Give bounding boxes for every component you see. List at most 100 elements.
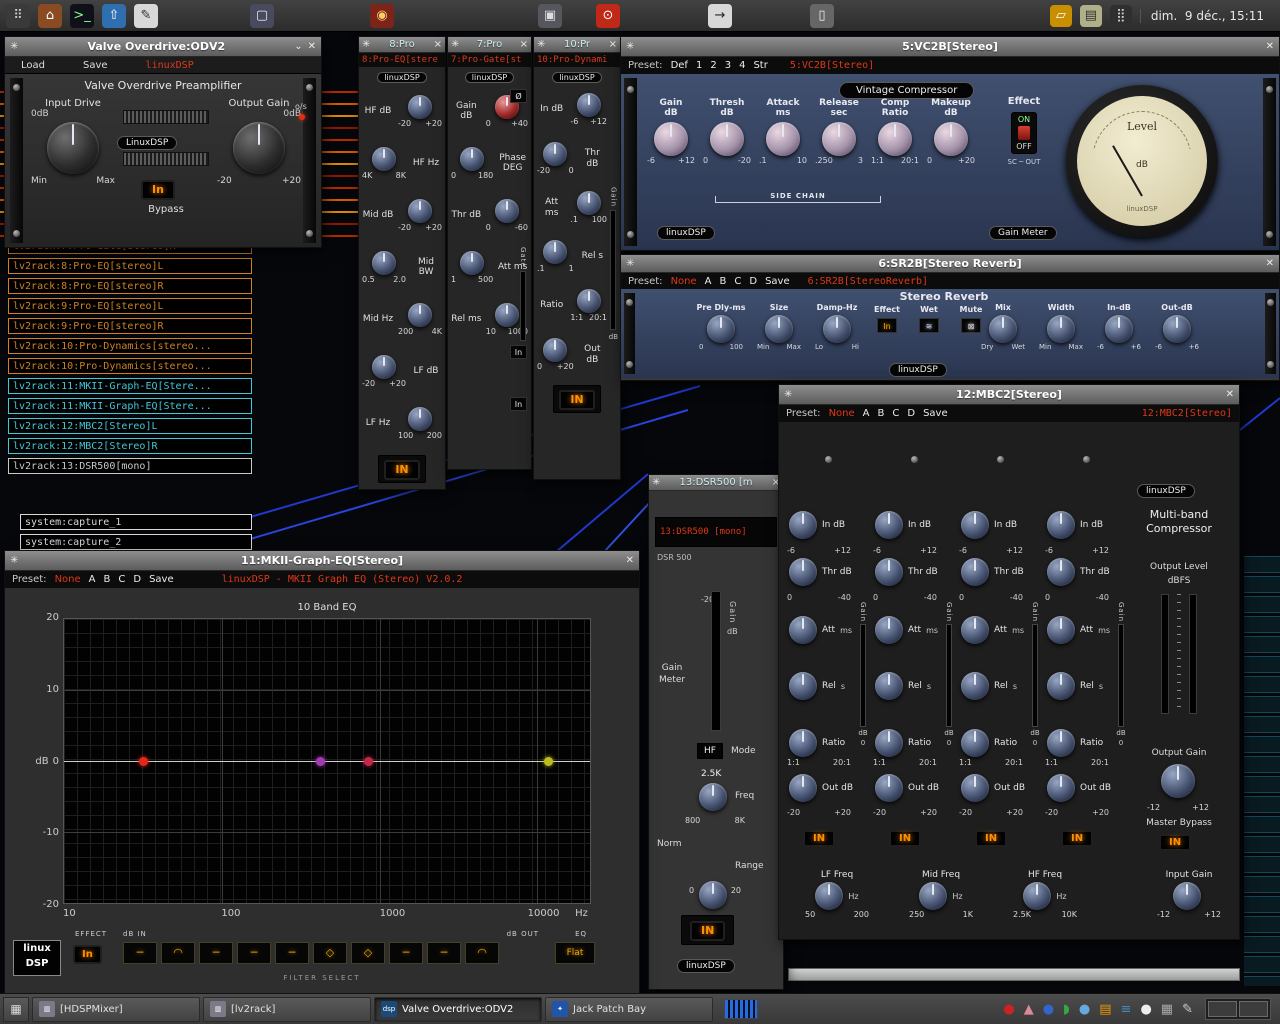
switch-lever[interactable] — [1018, 126, 1030, 140]
menu-load[interactable]: Load — [21, 60, 45, 71]
patchbay-port[interactable]: lv2rack:13:DSR500[mono] — [8, 458, 252, 474]
titlebar[interactable]: ✳ Valve Overdrive:ODV2 ⌄ ✕ — [5, 37, 321, 57]
in-button[interactable]: IN — [559, 390, 594, 410]
band-thr-knob[interactable] — [789, 558, 817, 586]
tray-icon[interactable]: ▦ — [1161, 1002, 1173, 1017]
tray-icon[interactable]: ● — [1140, 1002, 1151, 1017]
in-button[interactable]: IN — [384, 460, 419, 480]
reverb-knob[interactable] — [1105, 315, 1133, 343]
filter-select-button[interactable]: ─ — [237, 942, 271, 964]
freq-knob[interactable] — [1023, 882, 1051, 910]
close-icon[interactable]: ✕ — [1226, 389, 1234, 400]
show-desktop-button[interactable]: ▦ — [3, 997, 29, 1022]
eq-knob[interactable] — [408, 303, 432, 327]
gain-meter-button[interactable]: Gain Meter — [989, 220, 1057, 240]
panel-shortcut-icon[interactable]: ▣ — [538, 4, 562, 28]
preset-current[interactable]: None — [55, 574, 81, 585]
close-icon[interactable]: ✕ — [626, 555, 634, 566]
reverb-knob[interactable] — [707, 315, 735, 343]
reverb-knob[interactable] — [1047, 315, 1075, 343]
eq-graph[interactable] — [63, 618, 591, 904]
freq-knob[interactable] — [919, 882, 947, 910]
gate-knob[interactable] — [460, 251, 484, 275]
band-rel-knob[interactable] — [961, 672, 989, 700]
window-menu-icon[interactable]: ✳ — [784, 389, 792, 400]
tray-icon[interactable]: ● — [1003, 1002, 1014, 1017]
band-ratio-knob[interactable] — [1047, 729, 1075, 757]
preset-button[interactable]: Def — [671, 60, 688, 71]
patchbay-port[interactable]: lv2rack:8:Pro-EQ[stereo]R — [8, 278, 252, 294]
patchbay-port[interactable]: lv2rack:8:Pro-EQ[stereo]L — [8, 258, 252, 274]
input-drive-knob[interactable] — [47, 122, 99, 174]
tray-icon[interactable]: ✎ — [1182, 1002, 1193, 1017]
titlebar[interactable]: ✳ 8:Pro × — [359, 37, 445, 53]
dyn-knob[interactable] — [543, 240, 567, 264]
patchbay-port[interactable]: lv2rack:9:Pro-EQ[stereo]L — [8, 298, 252, 314]
compressor-knob[interactable] — [710, 122, 744, 156]
taskbar-window-button[interactable]: ✦ Jack Patch Bay — [545, 997, 713, 1022]
compressor-knob[interactable] — [766, 122, 800, 156]
panel-launcher-icon[interactable]: ⇧ — [102, 4, 126, 28]
freq-knob[interactable] — [699, 783, 727, 811]
titlebar[interactable]: ✳ 5:VC2B[Stereo] ✕ — [621, 37, 1279, 57]
band-in-button[interactable]: IN — [889, 830, 921, 847]
panel-shortcut-icon[interactable]: ⊙ — [596, 4, 620, 28]
preset-button[interactable]: B — [878, 408, 885, 419]
band-out-knob[interactable] — [789, 774, 817, 802]
titlebar[interactable]: ✳ 12:MBC2[Stereo] ✕ — [779, 385, 1239, 405]
dyn-knob[interactable] — [577, 191, 601, 215]
band-thr-knob[interactable] — [1047, 558, 1075, 586]
preset-button[interactable]: D — [749, 276, 757, 287]
tray-icon[interactable]: ▤ — [1099, 1002, 1111, 1017]
model-selector[interactable]: Vintage Compressor — [839, 78, 974, 99]
gate-knob[interactable] — [495, 303, 519, 327]
preset-display[interactable]: 13:DSR500 [mono] — [655, 517, 777, 547]
band-att-knob[interactable] — [875, 616, 903, 644]
tray-icon[interactable]: ≡ — [1121, 1002, 1132, 1017]
taskbar-window-button[interactable]: dsp Valve Overdrive:ODV2 — [374, 997, 542, 1022]
effect-in-button[interactable]: In — [73, 942, 102, 964]
window-menu-icon[interactable]: ✳ — [451, 39, 459, 50]
preset-current[interactable]: None — [671, 276, 697, 287]
titlebar[interactable]: ✳ 10:Pr × — [534, 37, 620, 53]
panel-launcher-icon[interactable]: ⠿ — [6, 4, 30, 28]
dyn-knob[interactable] — [577, 93, 601, 117]
filter-select-button[interactable]: ◇ — [351, 942, 385, 964]
dyn-knob[interactable] — [577, 289, 601, 313]
dyn-knob[interactable] — [543, 338, 567, 362]
close-icon[interactable]: ✕ — [1266, 41, 1274, 52]
panel-tray-icon[interactable]: ⣿ — [1110, 5, 1132, 27]
tray-icon[interactable]: ◗ — [1063, 1002, 1070, 1017]
panel-shortcut-icon[interactable]: → — [708, 4, 732, 28]
close-icon[interactable]: × — [520, 39, 528, 50]
brand-badge[interactable]: linuxDSP — [677, 953, 735, 973]
patchbay-port[interactable]: lv2rack:11:MKII-Graph-EQ[Stere... — [8, 378, 252, 394]
band-in-button[interactable]: IN — [803, 830, 835, 847]
workspace-pager[interactable] — [1205, 998, 1271, 1020]
window-menu-icon[interactable]: ✳ — [10, 41, 18, 52]
preset-button[interactable]: C — [734, 276, 741, 287]
brand-badge[interactable]: linuxDSP — [889, 357, 947, 377]
preset-button[interactable]: D — [907, 408, 915, 419]
filter-select-button[interactable]: ─ — [389, 942, 423, 964]
band-ratio-knob[interactable] — [875, 729, 903, 757]
reverb-knob[interactable] — [765, 315, 793, 343]
panel-shortcut-icon[interactable]: ◉ — [370, 4, 394, 28]
filter-select-button[interactable]: ◠ — [465, 942, 499, 964]
eq-band-handle[interactable] — [364, 757, 373, 766]
preset-button[interactable]: B — [104, 574, 111, 585]
preset-button[interactable]: Save — [923, 408, 948, 419]
eq-knob[interactable] — [372, 147, 396, 171]
titlebar[interactable]: ✳ 13:DSR500 [m × — [649, 475, 783, 491]
close-icon[interactable]: ✕ — [1266, 258, 1274, 269]
window-menu-icon[interactable]: ✳ — [537, 39, 545, 50]
reverb-switch[interactable]: Wet ≋ — [911, 305, 947, 333]
preset-button[interactable]: 4 — [739, 60, 745, 71]
clock[interactable]: dim. 9 déc., 15:11 — [1140, 9, 1274, 23]
phase-invert-button[interactable]: Ø — [510, 89, 527, 103]
patchbay-port[interactable]: lv2rack:12:MBC2[Stereo]R — [8, 438, 252, 454]
oversample-led[interactable] — [299, 114, 305, 120]
eq-knob[interactable] — [408, 95, 432, 119]
preset-button[interactable]: A — [89, 574, 96, 585]
output-gain-knob[interactable] — [1161, 764, 1195, 798]
